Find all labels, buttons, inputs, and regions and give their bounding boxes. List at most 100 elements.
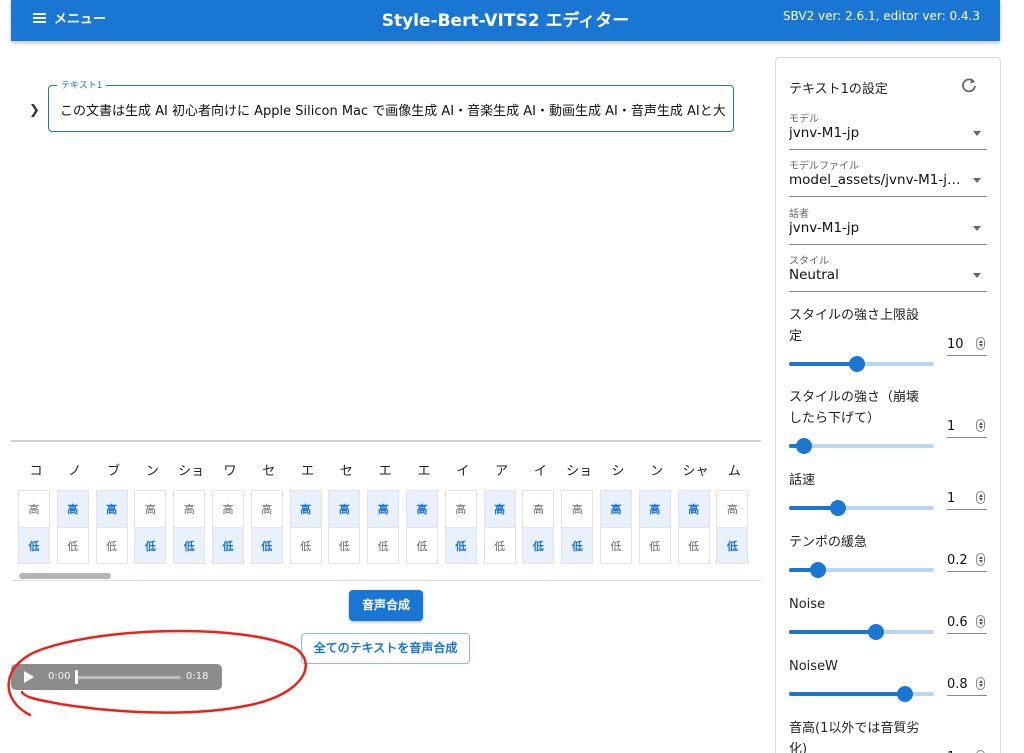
mora-label: イ <box>456 464 470 479</box>
accent-low-toggle[interactable]: 低 <box>18 527 50 564</box>
accent-high-toggle[interactable]: 高 <box>444 490 477 527</box>
mora-label: ン <box>145 464 159 479</box>
slider-label: スタイルの強さ（崩壊したら下げて） <box>789 390 920 426</box>
slider-thumb[interactable] <box>830 500 847 516</box>
play-icon[interactable] <box>24 671 34 683</box>
accent-high-toggle[interactable]: 高 <box>95 490 128 527</box>
settings-select[interactable]: モデル jvnv-M1-jp <box>789 110 987 150</box>
accent-high-toggle[interactable]: 高 <box>250 490 283 527</box>
number-input[interactable]: 1 <box>947 488 987 510</box>
accent-low-toggle[interactable]: 低 <box>367 527 400 564</box>
select-caption: モデル <box>789 114 819 125</box>
accent-high-toggle[interactable]: 高 <box>638 490 671 527</box>
slider-thumb[interactable] <box>795 438 812 454</box>
mora-label: ム <box>727 464 741 479</box>
settings-slider[interactable] <box>789 438 934 454</box>
accent-high-toggle[interactable]: 高 <box>522 490 555 527</box>
number-input[interactable]: 0.2 <box>947 550 987 572</box>
accent-low-toggle[interactable]: 低 <box>56 527 89 564</box>
number-input[interactable]: 1 <box>947 416 987 438</box>
number-value: 0.8 <box>947 677 968 692</box>
accent-high-toggle[interactable]: 高 <box>483 490 516 527</box>
accent-low-toggle[interactable]: 低 <box>638 527 671 564</box>
settings-slider[interactable] <box>789 624 934 640</box>
accent-high-toggle[interactable]: 高 <box>212 490 244 527</box>
current-time: 0:00 <box>48 671 71 682</box>
accent-low-toggle[interactable]: 低 <box>483 527 516 564</box>
text-field-label: テキスト1 <box>57 78 107 91</box>
refresh-icon[interactable] <box>960 76 978 94</box>
settings-select[interactable]: スタイル Neutral <box>789 252 987 292</box>
settings-title: テキスト1の設定 <box>789 82 888 97</box>
spinner-icon[interactable] <box>976 615 985 628</box>
accent-low-toggle[interactable]: 低 <box>522 527 555 564</box>
slider-thumb[interactable] <box>868 624 884 640</box>
number-input[interactable]: 0.6 <box>947 612 987 634</box>
scrollbar-thumb[interactable] <box>19 573 111 579</box>
accent-low-toggle[interactable]: 低 <box>600 527 632 564</box>
accent-low-toggle[interactable]: 低 <box>677 527 710 564</box>
settings-select[interactable]: 話者 jvnv-M1-jp <box>789 205 987 245</box>
spinner-icon[interactable] <box>976 491 985 504</box>
settings-slider[interactable] <box>789 562 934 578</box>
settings-slider[interactable] <box>789 686 934 702</box>
synthesize-all-button[interactable]: 全てのテキストを音声合成 <box>301 633 470 664</box>
seek-bar[interactable] <box>75 676 181 679</box>
horizontal-scrollbar[interactable] <box>11 573 761 581</box>
accent-low-toggle[interactable]: 低 <box>212 527 244 564</box>
accent-high-toggle[interactable]: 高 <box>677 490 710 527</box>
accent-low-toggle[interactable]: 低 <box>173 527 206 564</box>
number-input[interactable]: 10 <box>947 334 987 356</box>
mora-label: エ <box>301 464 315 479</box>
select-value: jvnv-M1-jp <box>789 125 860 141</box>
spinner-icon[interactable] <box>976 337 985 350</box>
accent-low-toggle[interactable]: 低 <box>444 527 477 564</box>
accent-column: ン高低 <box>638 457 675 569</box>
accent-low-toggle[interactable]: 低 <box>716 527 749 564</box>
settings-select[interactable]: モデルファイルmodel_assets/jvnv-M1-jp/jvnv-M1-j… <box>789 157 987 197</box>
slider-thumb[interactable] <box>810 562 826 578</box>
accent-high-toggle[interactable]: 高 <box>328 490 361 527</box>
mora-label: ブ <box>107 464 121 479</box>
accent-low-toggle[interactable]: 低 <box>134 527 167 564</box>
accent-low-toggle[interactable]: 低 <box>250 527 283 564</box>
synthesize-button[interactable]: 音声合成 <box>349 590 423 621</box>
accent-high-toggle[interactable]: 高 <box>600 490 632 527</box>
accent-low-toggle[interactable]: 低 <box>95 527 128 564</box>
number-underline <box>947 571 987 572</box>
slider-thumb[interactable] <box>849 356 866 372</box>
chevron-right-icon[interactable]: ❯ <box>29 103 40 118</box>
spinner-icon[interactable] <box>976 553 985 566</box>
accent-low-toggle[interactable]: 低 <box>406 527 438 564</box>
text-input-field[interactable]: テキスト1 この文書は生成 AI 初心者向けに Apple Silicon Ma… <box>48 78 734 132</box>
settings-panel: テキスト1の設定 モデル jvnv-M1-jp モデルファイル model_asset… <box>775 57 1001 753</box>
accent-high-toggle[interactable]: 高 <box>134 490 167 527</box>
accent-high-toggle[interactable]: 高 <box>18 490 50 527</box>
slider-thumb[interactable] <box>897 686 913 702</box>
select-value: model_assets/jvnv-M1-jp/jvnv-M1-jp_e158_… <box>789 172 964 188</box>
accent-low-toggle[interactable]: 低 <box>561 527 594 564</box>
select-caption: スタイル <box>789 256 829 267</box>
settings-slider[interactable] <box>789 356 934 372</box>
text-input-value[interactable]: この文書は生成 AI 初心者向けに Apple Silicon Mac で画像生… <box>60 100 730 119</box>
accent-high-toggle[interactable]: 高 <box>367 490 400 527</box>
accent-high-toggle[interactable]: 高 <box>289 490 322 527</box>
mora-label: セ <box>262 464 276 479</box>
seek-knob[interactable] <box>75 670 78 684</box>
accent-low-toggle[interactable]: 低 <box>289 527 322 564</box>
accent-low-toggle[interactable]: 低 <box>328 527 361 564</box>
slider-label: NoiseW <box>789 659 838 674</box>
number-input[interactable]: 0.8 <box>947 674 987 696</box>
settings-slider[interactable] <box>789 500 934 516</box>
mora-label: ア <box>495 464 509 479</box>
spinner-icon[interactable] <box>976 677 985 690</box>
accent-high-toggle[interactable]: 高 <box>406 490 438 527</box>
mora-label: エ <box>378 464 392 479</box>
number-input[interactable]: 1 <box>947 747 987 753</box>
select-caption: 話者 <box>789 209 809 220</box>
spinner-icon[interactable] <box>976 419 985 432</box>
accent-high-toggle[interactable]: 高 <box>56 490 89 527</box>
accent-high-toggle[interactable]: 高 <box>173 490 206 527</box>
accent-high-toggle[interactable]: 高 <box>716 490 749 527</box>
accent-high-toggle[interactable]: 高 <box>561 490 594 527</box>
